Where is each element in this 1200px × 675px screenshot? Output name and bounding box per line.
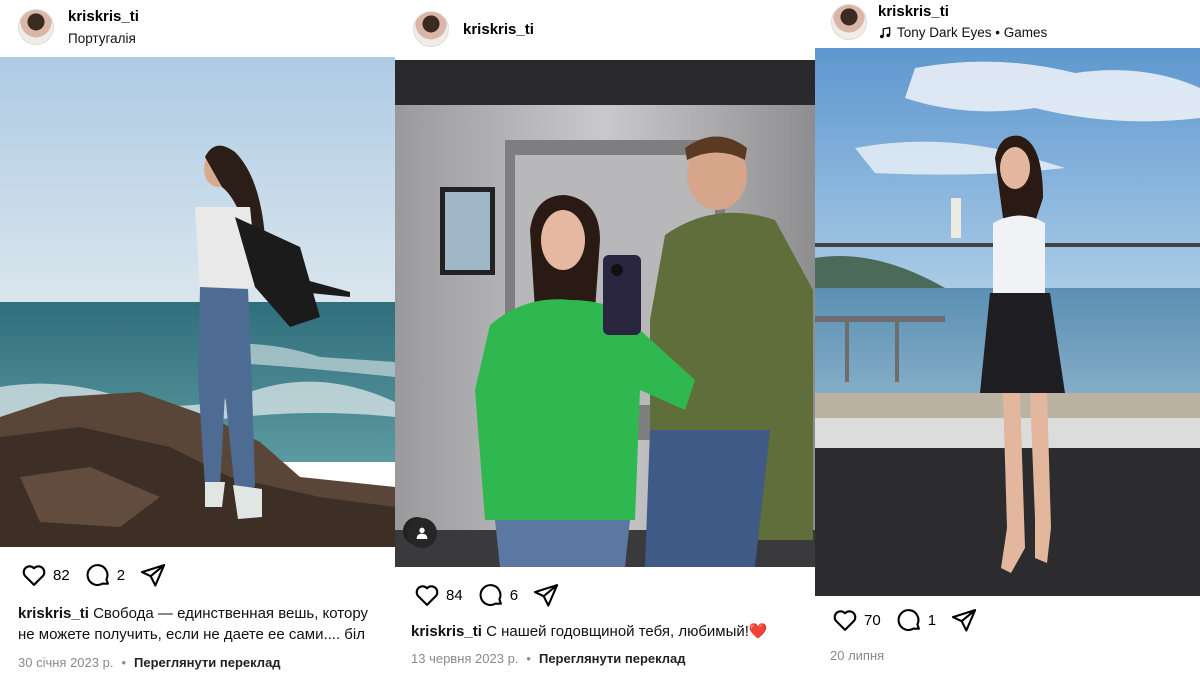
heart-icon bbox=[22, 565, 46, 586]
post-caption: kriskris_ti С нашей годовщиной тебя, люб… bbox=[411, 621, 811, 642]
comment-button[interactable]: 6 bbox=[477, 581, 518, 609]
like-button[interactable]: 84 bbox=[413, 581, 463, 609]
comment-count[interactable]: 6 bbox=[510, 587, 518, 604]
caption-text-line1: Свобода — единственная вешь, котору bbox=[93, 605, 368, 622]
user-tag-icon bbox=[416, 527, 428, 539]
post-photo[interactable] bbox=[395, 60, 815, 567]
like-count[interactable]: 70 bbox=[864, 612, 881, 629]
share-icon bbox=[533, 584, 559, 607]
comment-count[interactable]: 1 bbox=[928, 612, 936, 629]
music-info[interactable]: Tony Dark Eyes • Games bbox=[878, 25, 1047, 40]
post-1: kriskris_ti Португалія 82 2 kriskris_ti … bbox=[0, 0, 395, 675]
avatar[interactable] bbox=[18, 9, 54, 45]
post-actions: 82 2 bbox=[20, 561, 181, 589]
share-button[interactable] bbox=[532, 581, 560, 609]
like-button[interactable]: 82 bbox=[20, 561, 70, 589]
post-author: kriskris_ti Португалія bbox=[68, 8, 139, 46]
like-count[interactable]: 82 bbox=[53, 567, 70, 584]
separator-dot: • bbox=[526, 651, 531, 666]
location[interactable]: Португалія bbox=[68, 31, 139, 46]
post-date: 20 липня bbox=[830, 648, 885, 663]
post-2: kriskris_ti 84 6 kriskris_ti С нашей год… bbox=[395, 0, 815, 675]
comment-icon bbox=[86, 564, 109, 587]
post-date: 13 червня 2023 р. bbox=[411, 651, 519, 666]
see-translation-link[interactable]: Переглянути переклад bbox=[134, 655, 281, 670]
post-header: kriskris_ti Tony Dark Eyes • Games bbox=[831, 3, 1047, 40]
post-meta: 30 січня 2023 р. • Переглянути переклад bbox=[18, 655, 281, 670]
like-button[interactable]: 70 bbox=[831, 606, 881, 634]
comment-button[interactable]: 2 bbox=[84, 561, 125, 589]
username[interactable]: kriskris_ti bbox=[463, 21, 534, 38]
post-header: kriskris_ti bbox=[413, 11, 534, 47]
post-date: 30 січня 2023 р. bbox=[18, 655, 114, 670]
heart-icon bbox=[415, 585, 439, 606]
caption-text-line2: не можете получить, если не даете ее сам… bbox=[18, 626, 365, 643]
share-button[interactable] bbox=[139, 561, 167, 589]
comment-count[interactable]: 2 bbox=[117, 567, 125, 584]
post-photo[interactable] bbox=[0, 57, 395, 547]
share-button[interactable] bbox=[950, 606, 978, 634]
caption-username[interactable]: kriskris_ti bbox=[18, 605, 89, 622]
comment-icon bbox=[897, 609, 920, 632]
avatar[interactable] bbox=[413, 11, 449, 47]
caption-username[interactable]: kriskris_ti bbox=[411, 623, 482, 640]
music-track: Tony Dark Eyes • Games bbox=[897, 25, 1048, 40]
share-icon bbox=[140, 564, 166, 587]
share-icon bbox=[951, 609, 977, 632]
caption-text: С нашей годовщиной тебя, любимый!❤️ bbox=[486, 623, 768, 640]
post-actions: 70 1 bbox=[831, 606, 992, 634]
post-header: kriskris_ti Португалія bbox=[18, 8, 139, 46]
post-3: kriskris_ti Tony Dark Eyes • Games 70 1 … bbox=[815, 0, 1200, 675]
post-author: kriskris_ti bbox=[463, 21, 534, 38]
post-photo[interactable] bbox=[815, 48, 1200, 596]
avatar[interactable] bbox=[831, 3, 867, 40]
see-translation-link[interactable]: Переглянути переклад bbox=[539, 651, 686, 666]
post-meta: 13 червня 2023 р. • Переглянути переклад bbox=[411, 651, 686, 666]
comment-icon bbox=[479, 584, 502, 607]
heart-icon bbox=[833, 610, 857, 631]
music-note-icon bbox=[880, 26, 891, 38]
separator-dot: • bbox=[121, 655, 126, 670]
like-count[interactable]: 84 bbox=[446, 587, 463, 604]
post-actions: 84 6 bbox=[413, 581, 574, 609]
user-tag-button[interactable] bbox=[407, 518, 437, 548]
username[interactable]: kriskris_ti bbox=[68, 8, 139, 25]
comment-button[interactable]: 1 bbox=[895, 606, 936, 634]
post-author: kriskris_ti Tony Dark Eyes • Games bbox=[878, 3, 1047, 40]
post-caption: kriskris_ti Свобода — единственная вешь,… bbox=[18, 603, 395, 645]
post-meta: 20 липня bbox=[830, 648, 884, 663]
username[interactable]: kriskris_ti bbox=[878, 3, 1047, 20]
